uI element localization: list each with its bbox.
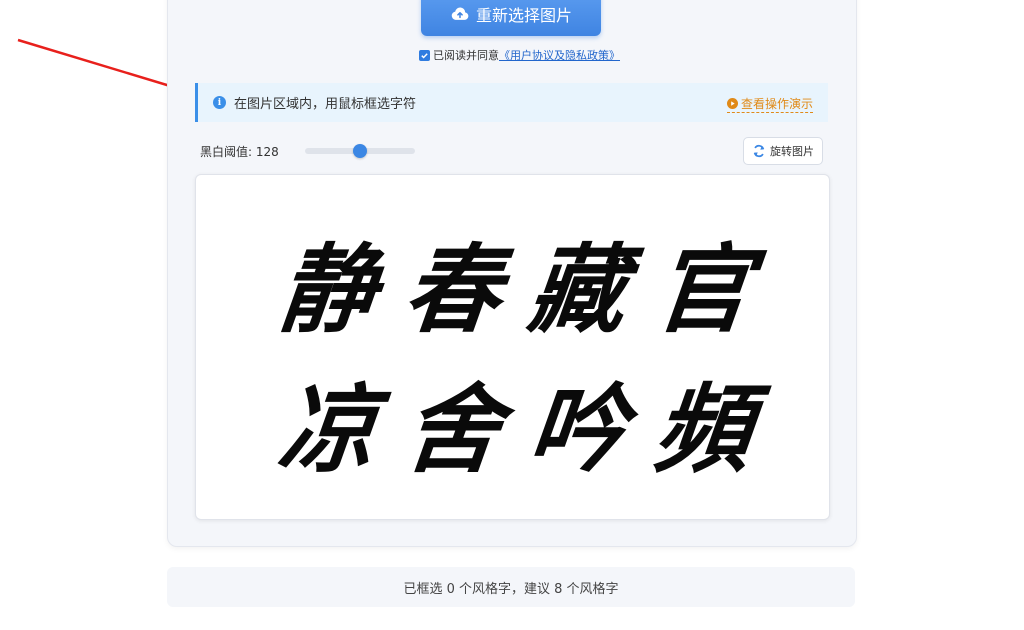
info-icon: i — [213, 96, 226, 109]
threshold-slider[interactable] — [305, 144, 415, 158]
agreement-text: 已阅读并同意 — [433, 49, 499, 62]
calligraphy-char: 舍 — [398, 372, 507, 486]
image-selection-canvas[interactable]: 静 春 藏 官 凉 舍 吟 頻 — [195, 174, 830, 520]
calligraphy-char: 春 — [398, 232, 507, 346]
reselect-image-button[interactable]: 重新选择图片 — [421, 0, 601, 36]
calligraphy-char: 官 — [648, 232, 757, 346]
demo-label: 查看操作演示 — [740, 97, 813, 111]
calligraphy-char: 静 — [273, 232, 382, 346]
agreement-checkbox[interactable] — [419, 49, 430, 61]
play-icon — [726, 98, 738, 109]
tip-banner: i 在图片区域内，用鼠标框选字符 查看操作演示 — [195, 83, 828, 122]
checkmark-icon — [421, 52, 428, 59]
calligraphy-char: 凉 — [273, 372, 382, 486]
tip-text: 在图片区域内，用鼠标框选字符 — [234, 97, 417, 112]
view-demo-link[interactable]: 查看操作演示 — [726, 95, 813, 113]
reselect-label: 重新选择图片 — [475, 6, 572, 25]
cloud-upload-icon — [451, 7, 469, 20]
agreement-link[interactable]: 《用户协议及隐私政策》 — [499, 47, 620, 63]
threshold-label: 黑白阈值: 128 — [200, 145, 279, 159]
selection-status: 已框选 0 个风格字，建议 8 个风格字 — [167, 567, 855, 607]
calligraphy-char: 吟 — [523, 372, 632, 486]
agreement-row: 已阅读并同意 《用户协议及隐私政策》 — [419, 47, 620, 63]
calligraphy-char: 藏 — [523, 232, 632, 346]
calligraphy-char: 頻 — [648, 372, 757, 486]
rotate-image-button[interactable]: 旋转图片 — [743, 137, 823, 165]
rotate-icon — [753, 144, 765, 158]
calligraphy-image: 静 春 藏 官 凉 舍 吟 頻 — [266, 211, 766, 491]
rotate-label: 旋转图片 — [770, 145, 814, 158]
